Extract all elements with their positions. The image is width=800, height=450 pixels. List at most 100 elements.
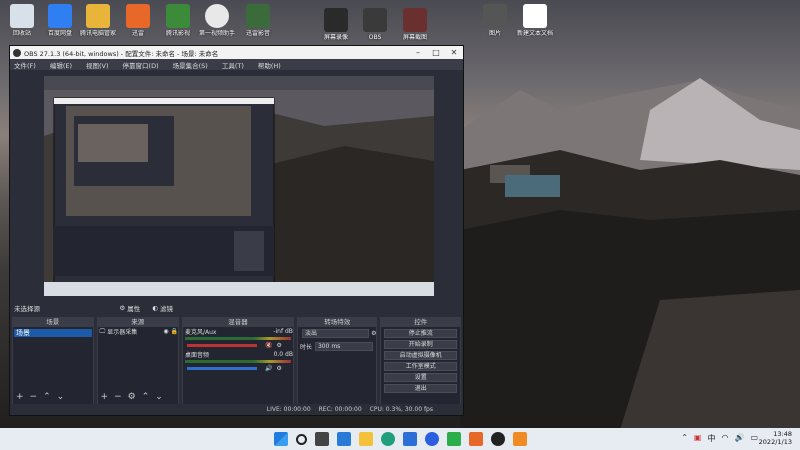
muted-speaker-icon[interactable]: 🔇 xyxy=(265,342,272,349)
gear-icon[interactable]: ⚙ xyxy=(276,342,281,349)
menu-tools[interactable]: 工具(T) xyxy=(222,60,244,70)
menu-help[interactable]: 帮助(H) xyxy=(258,60,281,70)
controls-title: 控件 xyxy=(381,318,460,327)
exit-button[interactable]: 退出 xyxy=(384,384,457,393)
mixer-controls: 🔊 ⚙ xyxy=(183,364,293,373)
mixer-channel: 麦克风/Aux -inf dB xyxy=(183,327,293,336)
duration-row: 时长 300 ms xyxy=(298,342,377,351)
filters-label: 滤镜 xyxy=(160,304,173,313)
menu-docks[interactable]: 停靠窗口(D) xyxy=(123,60,159,70)
xunlei-taskbar-icon[interactable] xyxy=(468,432,483,446)
preview-image xyxy=(44,76,434,296)
lock-icon[interactable]: 🔒 xyxy=(171,328,178,335)
system-tray: ⌃ ▣ 中 ◠ 🔊 ▭ xyxy=(681,433,758,444)
tray-app-icon[interactable]: ▣ xyxy=(694,433,702,444)
maximize-button[interactable]: □ xyxy=(427,48,445,57)
file-explorer-icon[interactable] xyxy=(358,432,373,446)
desktop-icon-helper[interactable]: 第一视频助手 xyxy=(197,4,237,37)
menu-bar: 文件(F) 编辑(E) 视图(V) 停靠窗口(D) 场景集合(S) 工具(T) … xyxy=(10,59,463,70)
battery-icon[interactable]: ▭ xyxy=(750,433,758,444)
video-app-icon xyxy=(166,4,190,28)
menu-file[interactable]: 文件(F) xyxy=(14,60,36,70)
down-icon[interactable]: ⌄ xyxy=(57,392,65,402)
recycle-bin-icon xyxy=(10,4,34,28)
up-icon[interactable]: ⌃ xyxy=(142,392,150,402)
desktop-icon-recycle-bin[interactable]: 回收站 xyxy=(2,4,42,37)
channel-db: 0.0 dB xyxy=(273,351,293,358)
source-toolbar: 未选择源 ⚙ 属性 ◐ 滤镜 xyxy=(10,301,463,314)
preview-canvas[interactable] xyxy=(44,76,434,296)
remove-icon[interactable]: − xyxy=(30,392,38,402)
filters-button[interactable]: ◐ 滤镜 xyxy=(152,303,173,313)
volume-slider[interactable] xyxy=(187,344,257,347)
desktop-icon-images[interactable]: 图片 xyxy=(475,4,515,37)
remove-icon[interactable]: − xyxy=(114,392,122,402)
store-icon[interactable] xyxy=(402,432,417,446)
ime-indicator[interactable]: 中 xyxy=(707,433,715,444)
add-icon[interactable]: + xyxy=(101,392,109,402)
filter-icon: ◐ xyxy=(152,303,158,312)
volume-meter xyxy=(185,337,291,340)
obs-taskbar-icon[interactable] xyxy=(490,432,505,446)
baidu-netdisk-icon xyxy=(48,4,72,28)
add-icon[interactable]: + xyxy=(16,392,24,402)
duration-label: 时长 xyxy=(299,344,312,351)
desktop-icon-label: 腾讯影视 xyxy=(165,30,190,37)
gear-icon[interactable]: ⚙ xyxy=(128,392,136,402)
stop-streaming-button[interactable]: 停止推流 xyxy=(384,329,457,338)
settings-button[interactable]: 设置 xyxy=(384,373,457,382)
obs-titlebar[interactable]: OBS 27.1.3 (64-bit, windows) - 配置文件: 未命名… xyxy=(10,46,463,59)
desktop-icon-label: 图片 xyxy=(488,30,501,37)
menu-edit[interactable]: 编辑(E) xyxy=(50,60,72,70)
widgets-icon[interactable] xyxy=(336,432,351,446)
desktop-icon-manager[interactable]: 腾讯电脑管家 xyxy=(78,4,118,37)
controls-dock: 控件 停止推流 开始录制 启动虚拟摄像机 工作室模式 设置 退出 xyxy=(380,317,461,405)
source-item[interactable]: 🖵 显示器采集 ◉ 🔒 xyxy=(98,327,178,337)
desktop-icon-recorder[interactable]: 屏幕录像 xyxy=(316,8,356,41)
speaker-icon[interactable]: 🔊 xyxy=(265,365,272,372)
mixer-channel: 桌面音频 0.0 dB xyxy=(183,350,293,359)
obs-window: OBS 27.1.3 (64-bit, windows) - 配置文件: 未命名… xyxy=(9,45,464,416)
transition-select[interactable]: 淡出 xyxy=(301,329,370,338)
desktop-icon-textfile[interactable]: 新建文本文档 xyxy=(515,4,555,37)
chevron-up-icon[interactable]: ⌃ xyxy=(681,433,688,444)
properties-button[interactable]: ⚙ 属性 xyxy=(119,303,140,313)
windows-start-icon[interactable] xyxy=(273,432,288,446)
app-orange-icon[interactable] xyxy=(512,432,527,446)
volume-icon[interactable]: 🔊 xyxy=(734,433,744,444)
task-view-icon[interactable] xyxy=(314,432,329,446)
menu-view[interactable]: 视图(V) xyxy=(86,60,109,70)
minimize-button[interactable]: – xyxy=(409,48,427,57)
obs-icon xyxy=(363,8,387,32)
desktop-icon-baidu[interactable]: 百度网盘 xyxy=(40,4,80,37)
close-button[interactable]: ✕ xyxy=(445,48,463,57)
scene-item[interactable]: 场景 xyxy=(14,329,92,337)
studio-mode-button[interactable]: 工作室模式 xyxy=(384,362,457,371)
duration-input[interactable]: 300 ms xyxy=(314,342,374,351)
start-recording-button[interactable]: 开始录制 xyxy=(384,340,457,349)
mixer-title: 混音器 xyxy=(183,318,293,327)
wechat-icon[interactable] xyxy=(446,432,461,446)
menu-scene-collection[interactable]: 场景集合(S) xyxy=(173,60,208,70)
desktop-icon-obs[interactable]: OBS xyxy=(355,8,395,41)
edge-icon[interactable] xyxy=(380,432,395,446)
down-icon[interactable]: ⌄ xyxy=(155,392,163,402)
desktop-icon-video[interactable]: 腾讯影视 xyxy=(158,4,198,37)
eye-icon[interactable]: ◉ xyxy=(163,328,168,335)
desktop-icon-screenshot[interactable]: 屏幕截图 xyxy=(395,8,435,41)
start-virtual-camera-button[interactable]: 启动虚拟摄像机 xyxy=(384,351,457,360)
desktop-icon-xunlei[interactable]: 迅雷 xyxy=(118,4,158,37)
wifi-icon[interactable]: ◠ xyxy=(721,433,728,444)
clock[interactable]: 13:48 2022/1/13 xyxy=(759,430,792,446)
gear-icon[interactable]: ⚙ xyxy=(276,365,281,372)
taskbar: ⌃ ▣ 中 ◠ 🔊 ▭ 13:48 2022/1/13 xyxy=(0,428,800,450)
desktop-icon-player[interactable]: 迅雷影音 xyxy=(238,4,278,37)
volume-slider[interactable] xyxy=(187,367,257,370)
transitions-dock: 转场特效 淡出 ⚙ 时长 300 ms xyxy=(296,317,378,405)
desktop-icon-label: 第一视频助手 xyxy=(198,30,235,37)
search-icon[interactable] xyxy=(295,433,307,445)
gear-icon[interactable]: ⚙ xyxy=(371,330,376,337)
up-icon[interactable]: ⌃ xyxy=(43,392,51,402)
app-l-icon[interactable] xyxy=(424,432,439,446)
no-source-label: 未选择源 xyxy=(14,304,40,313)
